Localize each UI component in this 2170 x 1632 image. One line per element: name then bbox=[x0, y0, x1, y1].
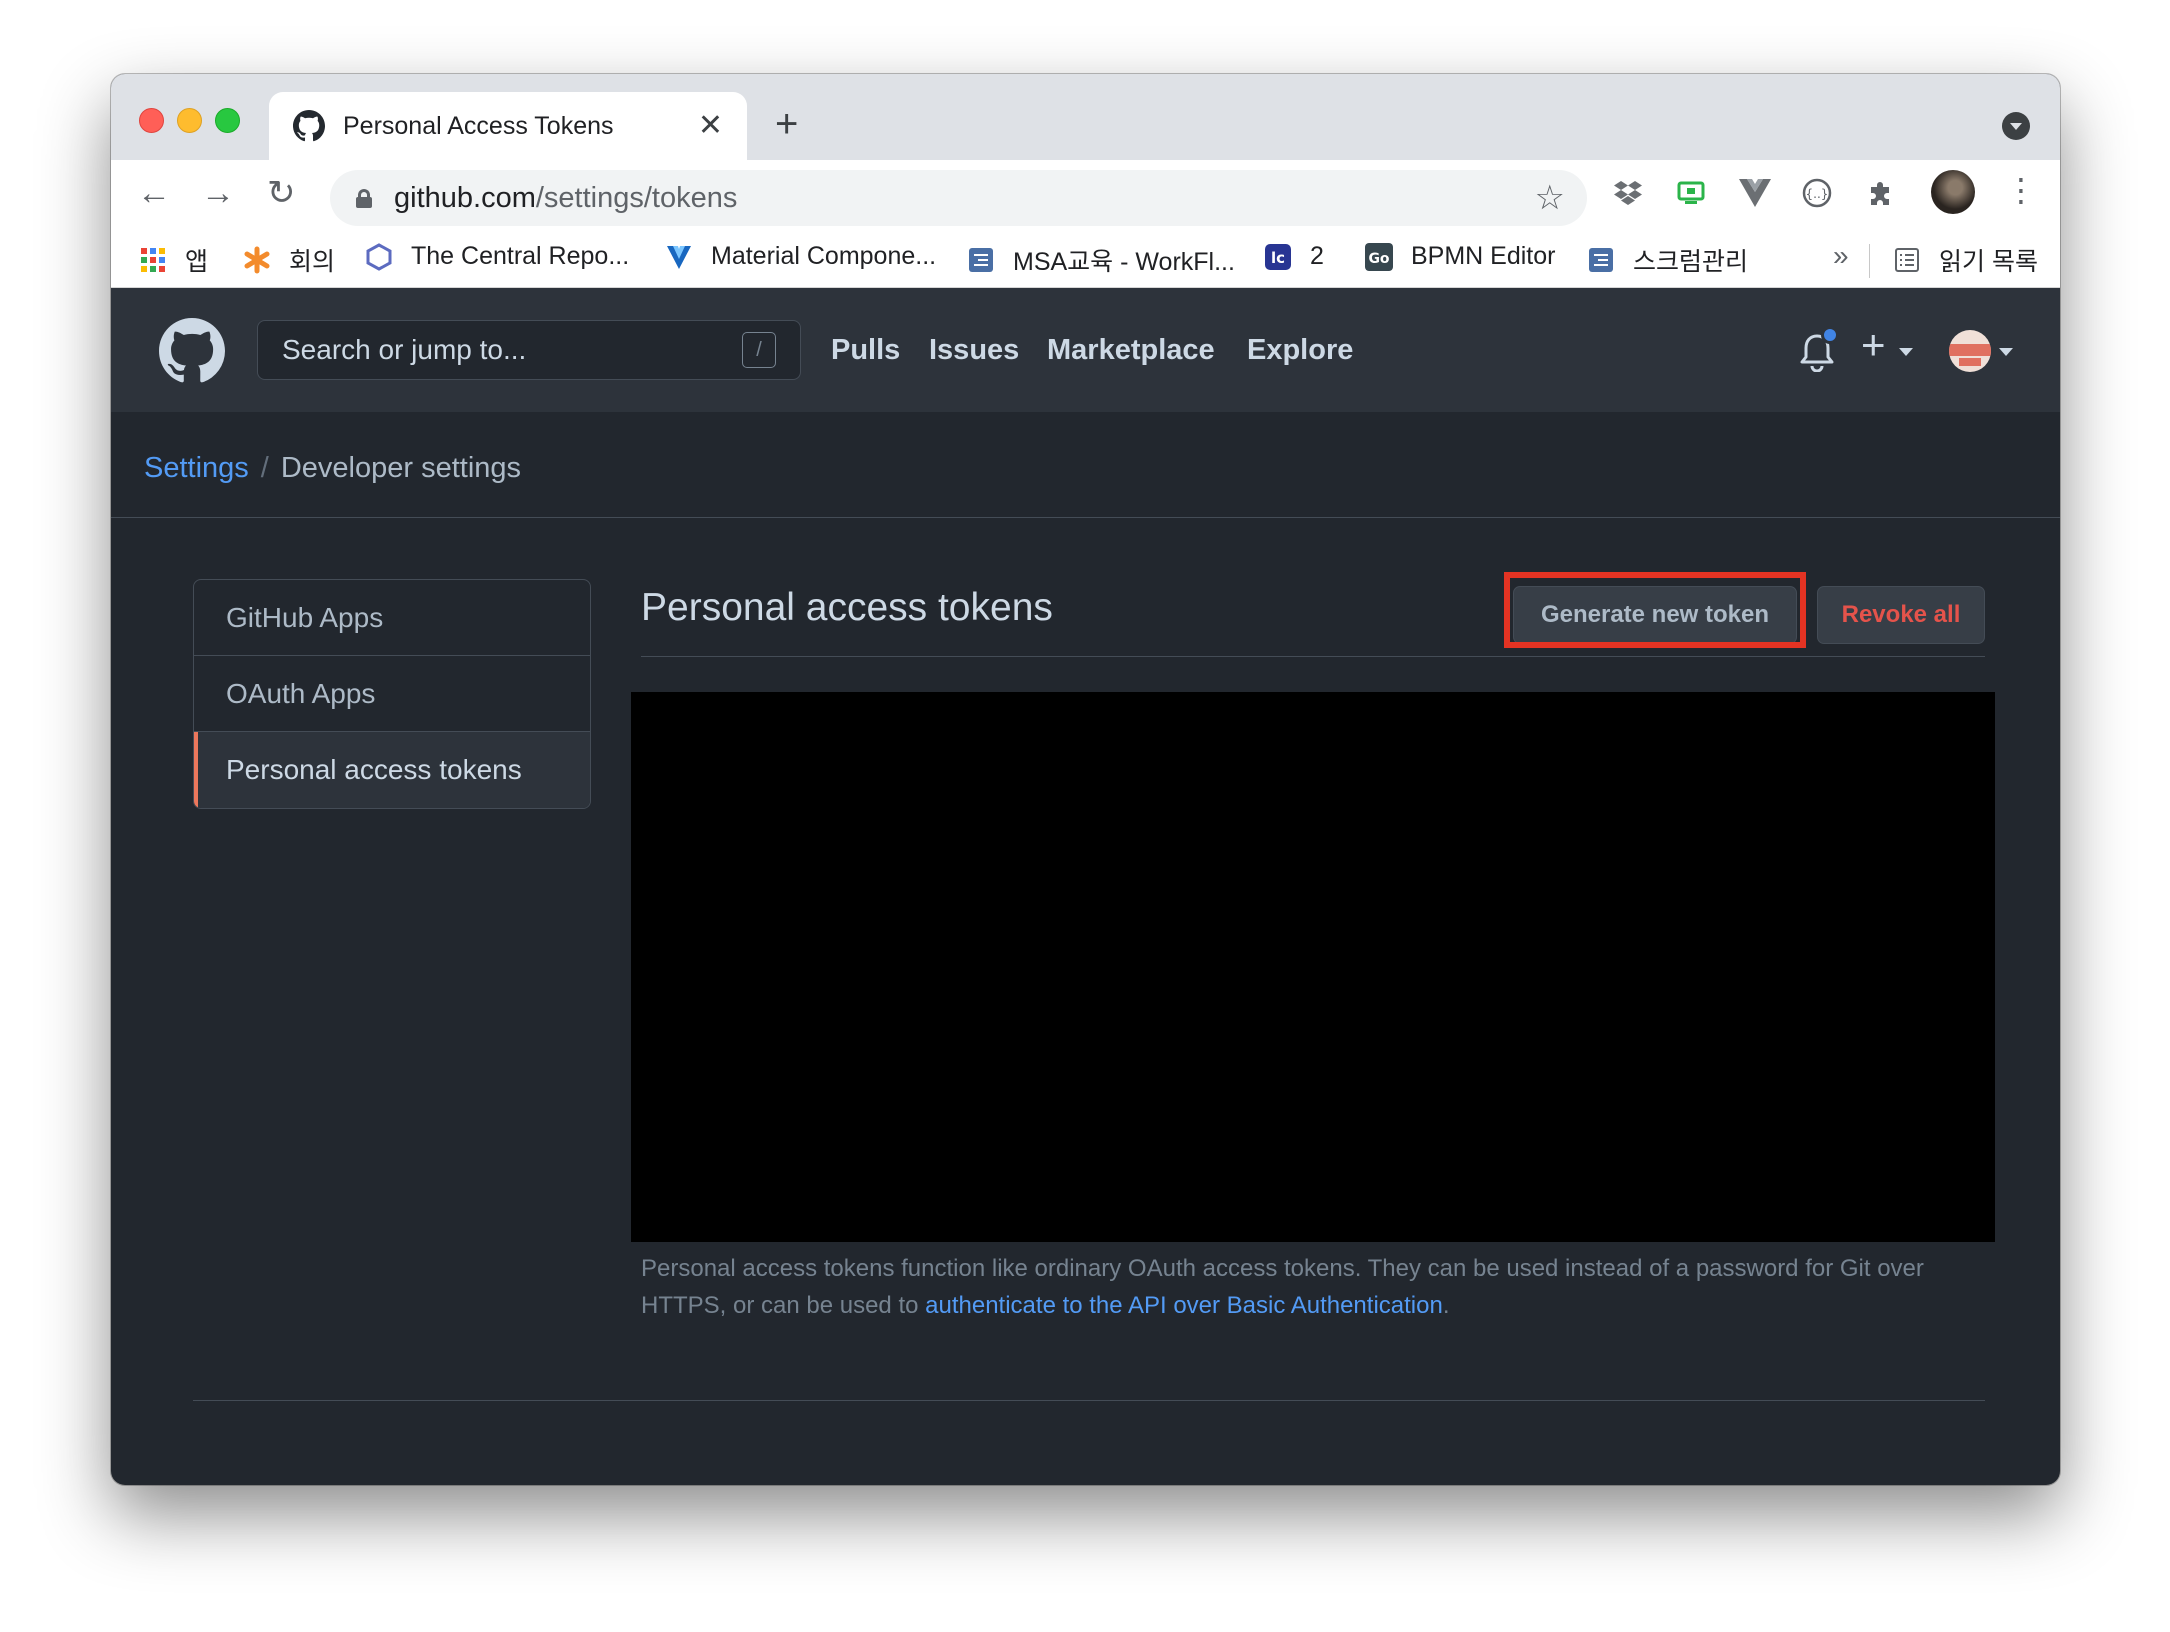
back-arrow-icon[interactable]: ← bbox=[137, 176, 171, 210]
user-avatar[interactable] bbox=[1949, 330, 1991, 372]
bookmark-material-components[interactable]: Material Compone... bbox=[665, 242, 936, 271]
sidebar-item-oauth-apps[interactable]: OAuth Apps bbox=[194, 656, 590, 732]
nav-explore[interactable]: Explore bbox=[1247, 334, 1353, 367]
page-title: Personal access tokens bbox=[641, 586, 1053, 629]
sidebar-item-github-apps[interactable]: GitHub Apps bbox=[194, 580, 590, 656]
revoke-all-button[interactable]: Revoke all bbox=[1817, 586, 1985, 644]
dropbox-extension-icon[interactable] bbox=[1611, 176, 1645, 210]
vuetify-icon bbox=[667, 245, 691, 269]
tab-strip: Personal Access Tokens ✕ + bbox=[111, 74, 2060, 160]
bookmark-star-icon[interactable]: ☆ bbox=[1535, 178, 1565, 218]
notification-dot bbox=[1821, 326, 1839, 344]
github-favicon-icon bbox=[293, 110, 325, 142]
bookmarks-overflow-icon[interactable]: » bbox=[1833, 240, 1849, 272]
close-tab-icon[interactable]: ✕ bbox=[698, 111, 723, 141]
browser-profile-avatar[interactable] bbox=[1931, 170, 1975, 214]
breadcrumb-settings-link[interactable]: Settings bbox=[144, 452, 249, 485]
url-host: github.com bbox=[394, 181, 536, 214]
search-placeholder: Search or jump to... bbox=[282, 334, 527, 365]
title-divider bbox=[641, 656, 1985, 657]
breadcrumb: Settings / Developer settings bbox=[144, 452, 521, 485]
nav-marketplace[interactable]: Marketplace bbox=[1047, 334, 1215, 367]
developer-settings-sidebar: GitHub Apps OAuth Apps Personal access t… bbox=[193, 579, 591, 809]
bookmark-2[interactable]: lc 2 bbox=[1264, 242, 1324, 271]
svg-text:{..}: {..} bbox=[1806, 187, 1829, 201]
zoom-window-button[interactable] bbox=[215, 108, 240, 133]
json-extension-icon[interactable]: {..} bbox=[1800, 176, 1834, 210]
reading-list[interactable]: 읽기 목록 bbox=[1893, 242, 2038, 278]
app-icon: lc bbox=[1265, 243, 1291, 270]
doc-icon bbox=[1589, 248, 1613, 272]
github-search-input[interactable]: Search or jump to... / bbox=[257, 320, 801, 380]
apps-grid-icon bbox=[141, 248, 165, 272]
bookmark-scrum[interactable]: 스크럼관리 bbox=[1587, 242, 1748, 278]
tab-search-icon[interactable] bbox=[2002, 112, 2030, 140]
bookmark-apps[interactable]: 앱 bbox=[139, 242, 208, 278]
reading-list-label: 읽기 목록 bbox=[1939, 248, 2038, 276]
redacted-token-list bbox=[631, 692, 1995, 1242]
highlight-box bbox=[1504, 572, 1806, 648]
vue-extension-icon[interactable] bbox=[1738, 176, 1772, 210]
minimize-window-button[interactable] bbox=[177, 108, 202, 133]
tab-title: Personal Access Tokens bbox=[343, 111, 614, 140]
nav-pulls[interactable]: Pulls bbox=[831, 334, 900, 367]
chevron-down-icon[interactable] bbox=[1899, 348, 1913, 356]
github-header: Search or jump to... / Pulls Issues Mark… bbox=[111, 288, 2060, 412]
bookmark-label: BPMN Editor bbox=[1411, 242, 1556, 270]
create-new-plus-icon[interactable]: + bbox=[1861, 324, 1886, 366]
bookmark-bpmn-editor[interactable]: Go BPMN Editor bbox=[1365, 242, 1555, 271]
bookmark-label: MSA교육 - WorkFl... bbox=[1013, 248, 1235, 276]
new-tab-button[interactable]: + bbox=[775, 104, 798, 144]
monitor-extension-icon[interactable] bbox=[1674, 176, 1708, 210]
bookmark-label: 스크럼관리 bbox=[1633, 248, 1749, 276]
reading-list-icon bbox=[1895, 248, 1919, 272]
bookmark-msa-workflow[interactable]: MSA교육 - WorkFl... bbox=[967, 242, 1235, 278]
go-icon: Go bbox=[1365, 242, 1393, 271]
basic-auth-link[interactable]: authenticate to the API over Basic Authe… bbox=[925, 1292, 1443, 1319]
bookmark-label: 앱 bbox=[185, 248, 209, 276]
bookmark-label: The Central Repo... bbox=[411, 242, 630, 270]
breadcrumb-separator: / bbox=[260, 452, 269, 484]
nav-issues[interactable]: Issues bbox=[929, 334, 1019, 367]
bookmark-meeting[interactable]: 회의 bbox=[243, 242, 335, 278]
github-logo-icon[interactable] bbox=[159, 318, 225, 384]
asterisk-icon bbox=[244, 246, 270, 274]
lock-icon bbox=[356, 188, 372, 208]
browser-toolbar: ← → ↻ github.com/settings/tokens ☆ {..} … bbox=[111, 160, 2060, 230]
breadcrumb-current: Developer settings bbox=[280, 452, 522, 484]
active-tab[interactable]: Personal Access Tokens ✕ bbox=[269, 92, 747, 160]
search-shortcut-hint: / bbox=[742, 332, 776, 368]
svg-text:Go: Go bbox=[1368, 251, 1389, 267]
extensions-puzzle-icon[interactable] bbox=[1864, 176, 1898, 210]
tokens-description: Personal access tokens function like ord… bbox=[641, 1250, 1985, 1324]
bookmark-label: 2 bbox=[1310, 242, 1324, 270]
chevron-down-icon[interactable] bbox=[1999, 348, 2013, 356]
bookmark-central-repo[interactable]: The Central Repo... bbox=[365, 242, 629, 271]
sidebar-item-personal-access-tokens[interactable]: Personal access tokens bbox=[194, 732, 590, 808]
forward-arrow-icon[interactable]: → bbox=[201, 176, 235, 210]
footer-divider bbox=[193, 1400, 1985, 1401]
address-bar[interactable]: github.com/settings/tokens ☆ bbox=[330, 170, 1587, 226]
bookmark-label: 회의 bbox=[289, 248, 336, 276]
bookmark-label: Material Compone... bbox=[711, 242, 937, 270]
svg-text:lc: lc bbox=[1271, 249, 1285, 267]
bookmarks-divider bbox=[1869, 244, 1870, 278]
doc-icon bbox=[969, 248, 993, 272]
browser-window: Personal Access Tokens ✕ + ← → ↻ github.… bbox=[111, 74, 2060, 1485]
description-end: . bbox=[1442, 1292, 1450, 1319]
url-path: /settings/tokens bbox=[535, 181, 738, 214]
breadcrumb-bar: Settings / Developer settings bbox=[111, 412, 2060, 518]
reload-icon[interactable]: ↻ bbox=[267, 176, 296, 210]
bookmarks-bar: 앱 회의 The Central Repo... Material Compon… bbox=[111, 230, 2060, 288]
browser-menu-icon[interactable]: ⋮ bbox=[2005, 174, 2037, 206]
hexagon-icon bbox=[366, 242, 392, 271]
close-window-button[interactable] bbox=[139, 108, 164, 133]
